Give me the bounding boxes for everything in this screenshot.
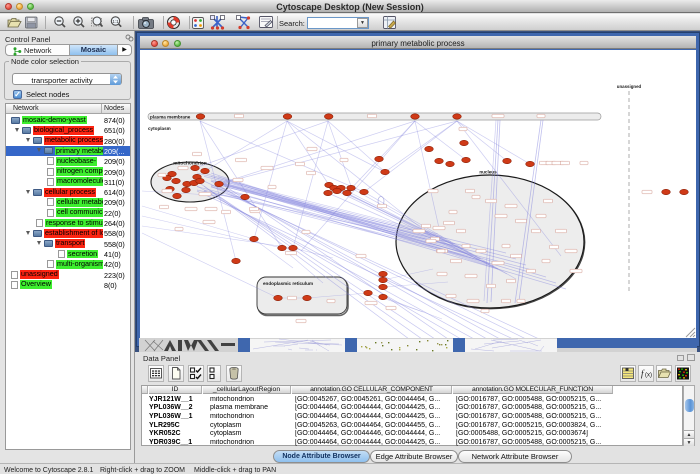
svg-text:plasma membrane: plasma membrane: [150, 115, 191, 120]
svg-text:nucleus: nucleus: [479, 170, 497, 175]
svg-text:mitochondrion: mitochondrion: [173, 161, 207, 167]
svg-text:(x): (x): [645, 373, 652, 379]
svg-text:unassigned: unassigned: [617, 84, 642, 89]
svg-text:cytoplasm: cytoplasm: [148, 126, 171, 131]
svg-text:1:1: 1:1: [112, 19, 119, 24]
svg-text:endoplasmic reticulum: endoplasmic reticulum: [263, 281, 313, 286]
